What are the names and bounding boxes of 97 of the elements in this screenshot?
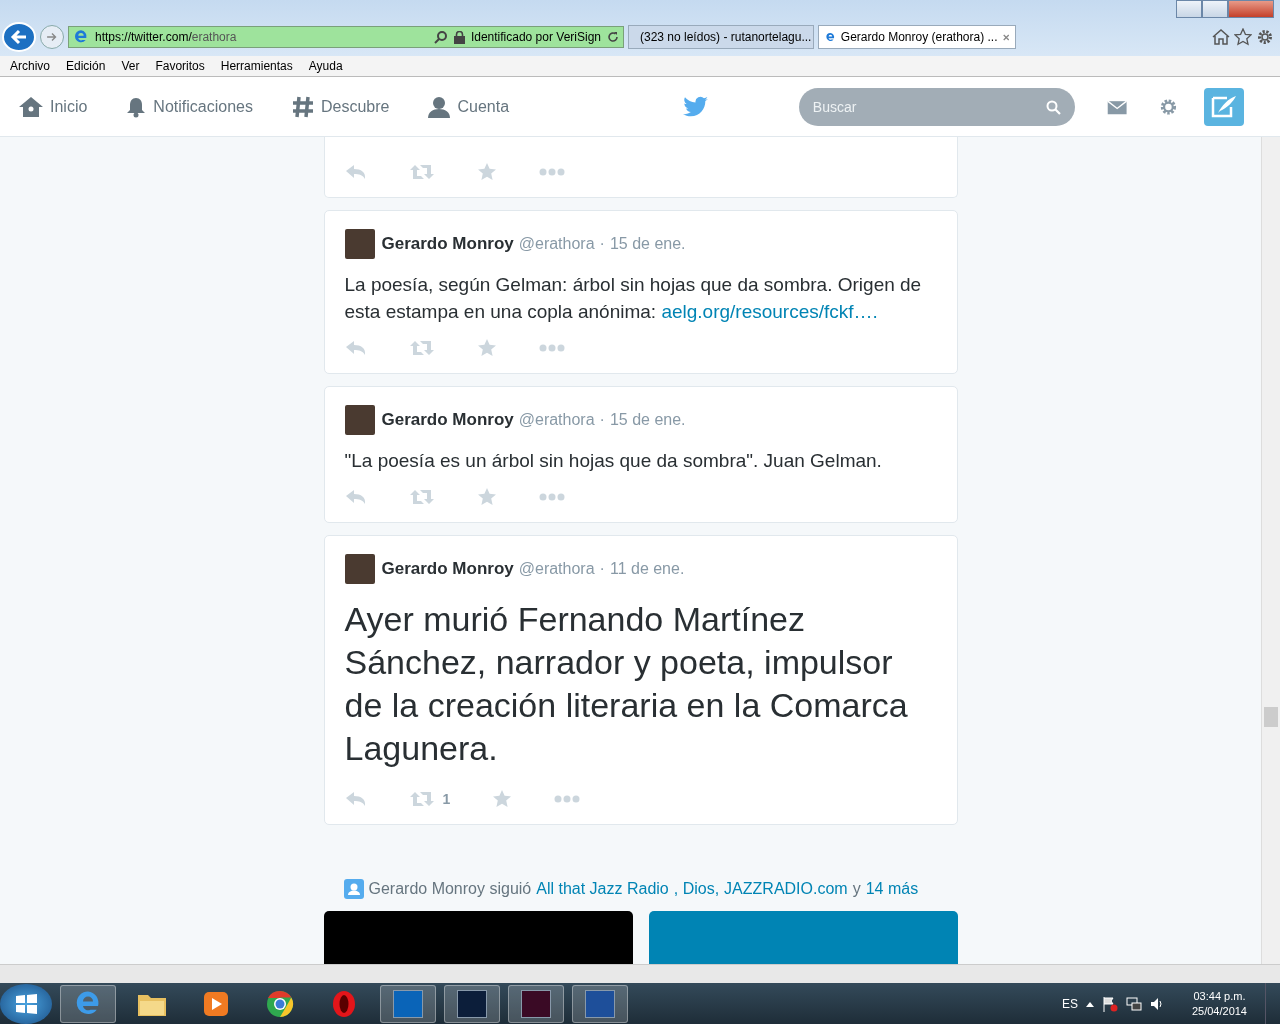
back-button[interactable] bbox=[2, 22, 36, 52]
author-name[interactable]: Gerardo Monroy bbox=[381, 559, 514, 579]
security-label: Identificado por VeriSign bbox=[470, 30, 601, 44]
search-field[interactable]: Buscar bbox=[798, 87, 1075, 126]
menu-item[interactable]: Archivo bbox=[10, 59, 50, 73]
tweet-link[interactable]: aelg.org/resources/fckf…. bbox=[661, 301, 878, 322]
minimize-button[interactable] bbox=[1176, 0, 1202, 18]
search-icon[interactable] bbox=[433, 30, 448, 44]
tweet-text: Ayer murió Fernando Martínez Sánchez, narrador y poeta, impulsor de la creación literaria en la Comarca Lagunera. bbox=[344, 599, 909, 769]
reply-icon[interactable] bbox=[344, 164, 367, 180]
account-link[interactable]: JAZZRADIO.com bbox=[724, 880, 848, 898]
flag-icon[interactable] bbox=[1101, 995, 1118, 1012]
house-icon bbox=[18, 95, 44, 118]
settings-icon[interactable] bbox=[1256, 28, 1274, 46]
author-name[interactable]: Gerardo Monroy bbox=[381, 234, 514, 254]
reply-icon[interactable] bbox=[344, 791, 367, 807]
close-icon[interactable] bbox=[1002, 32, 1009, 42]
address-bar[interactable]: https://twitter.com/erathora Identificado por VeriSign bbox=[68, 26, 624, 48]
author-handle[interactable]: @erathora bbox=[518, 560, 595, 578]
bell-icon bbox=[125, 95, 148, 118]
menu-item[interactable]: Herramientas bbox=[220, 59, 293, 73]
arrow-right-icon bbox=[45, 30, 59, 44]
horizontal-scrollbar[interactable] bbox=[0, 964, 1280, 983]
person-icon bbox=[427, 95, 452, 118]
caret-icon[interactable] bbox=[1085, 1000, 1094, 1007]
start-button[interactable] bbox=[0, 983, 52, 1024]
clock[interactable]: 03:44 p.m. 25/04/2014 bbox=[1191, 988, 1247, 1019]
compose-button[interactable] bbox=[1204, 87, 1244, 126]
refresh-icon[interactable] bbox=[607, 31, 619, 43]
vertical-scrollbar[interactable] bbox=[1261, 137, 1280, 964]
url-text: https://twitter.com/erathora bbox=[95, 30, 237, 44]
tweet-date[interactable]: 11 de ene. bbox=[609, 560, 685, 578]
network-icon[interactable] bbox=[1125, 995, 1142, 1012]
author-name[interactable]: Gerardo Monroy bbox=[381, 410, 514, 430]
retweet-icon[interactable] bbox=[408, 340, 435, 356]
bird-logo-icon[interactable] bbox=[682, 95, 709, 118]
opera-icon bbox=[331, 989, 357, 1018]
person-icon bbox=[343, 879, 364, 899]
taskbar-app[interactable] bbox=[508, 984, 564, 1023]
lock-icon bbox=[453, 30, 465, 44]
retweet-count: 1 bbox=[442, 791, 451, 807]
tweet-text: "La poesía es un árbol sin hojas que da sombra". Juan Gelman. bbox=[344, 449, 883, 473]
avatar bbox=[344, 229, 375, 259]
reply-icon[interactable] bbox=[344, 340, 367, 356]
retweet-icon[interactable] bbox=[408, 164, 435, 180]
forward-button[interactable] bbox=[40, 25, 64, 49]
follow-text: y bbox=[852, 880, 861, 898]
separator-dot: · bbox=[599, 235, 605, 253]
menu-item[interactable]: Ayuda bbox=[308, 59, 343, 73]
menu-item[interactable]: Favoritos bbox=[155, 59, 205, 73]
search-icon bbox=[1045, 99, 1061, 115]
more-icon[interactable] bbox=[554, 795, 581, 803]
pen-icon bbox=[1210, 94, 1238, 119]
more-icon[interactable] bbox=[538, 168, 565, 176]
nav-item[interactable]: Descubre bbox=[290, 94, 390, 119]
more-icon[interactable] bbox=[538, 493, 565, 501]
star-icon[interactable] bbox=[476, 339, 497, 357]
language-indicator[interactable]: ES bbox=[1061, 996, 1078, 1011]
follow-text: Gerardo Monroy siguió bbox=[368, 880, 532, 898]
chrome-icon bbox=[266, 989, 294, 1018]
restore-button[interactable] bbox=[1202, 0, 1228, 18]
nav-item[interactable]: Inicio bbox=[18, 95, 88, 118]
tweet-text: La poesía, según Gelman: árbol sin hojas que da sombra. Origen de esta estampa en una copla anónima: aelg.org/resources/fckf…. bbox=[344, 273, 923, 324]
arrow-left-icon bbox=[9, 27, 29, 47]
star-icon[interactable] bbox=[476, 163, 497, 181]
tweet-date[interactable]: 15 de ene. bbox=[609, 235, 686, 253]
star-icon[interactable] bbox=[492, 790, 513, 808]
avatar bbox=[344, 554, 375, 584]
speaker-icon[interactable] bbox=[1149, 996, 1164, 1011]
star-icon[interactable] bbox=[1234, 28, 1252, 46]
taskbar-app[interactable] bbox=[444, 984, 500, 1023]
menu-item[interactable]: Ver bbox=[121, 59, 140, 73]
retweet-icon[interactable] bbox=[408, 489, 435, 505]
star-icon[interactable] bbox=[476, 488, 497, 506]
home-icon[interactable] bbox=[1212, 29, 1230, 45]
author-handle[interactable]: @erathora bbox=[518, 411, 595, 429]
more-icon[interactable] bbox=[538, 344, 565, 352]
close-button[interactable] bbox=[1228, 0, 1274, 18]
scroll-thumb[interactable] bbox=[1264, 707, 1278, 727]
tweet-date[interactable]: 15 de ene. bbox=[609, 411, 686, 429]
hash-icon bbox=[290, 94, 315, 119]
browser-tab[interactable]: (323 no leídos) - rutanortelagu... bbox=[628, 25, 814, 49]
retweet-icon[interactable] bbox=[408, 791, 435, 807]
play-icon bbox=[203, 990, 229, 1017]
separator-dot: · bbox=[599, 411, 605, 429]
account-link[interactable]: , Dios, bbox=[673, 880, 720, 898]
menu-item[interactable]: Edición bbox=[66, 59, 106, 73]
separator-dot: · bbox=[599, 560, 605, 578]
account-link[interactable]: All that Jazz Radio bbox=[536, 880, 669, 898]
nav-item[interactable]: Notificaciones bbox=[125, 95, 253, 118]
author-handle[interactable]: @erathora bbox=[518, 235, 595, 253]
avatar bbox=[344, 405, 375, 435]
more-link[interactable]: 14 más bbox=[865, 880, 919, 898]
reply-icon[interactable] bbox=[344, 489, 367, 505]
nav-item[interactable]: Cuenta bbox=[427, 95, 510, 118]
browser-tab[interactable]: Gerardo Monroy (erathora) ... bbox=[818, 25, 1016, 49]
browser-icon bbox=[73, 29, 89, 45]
